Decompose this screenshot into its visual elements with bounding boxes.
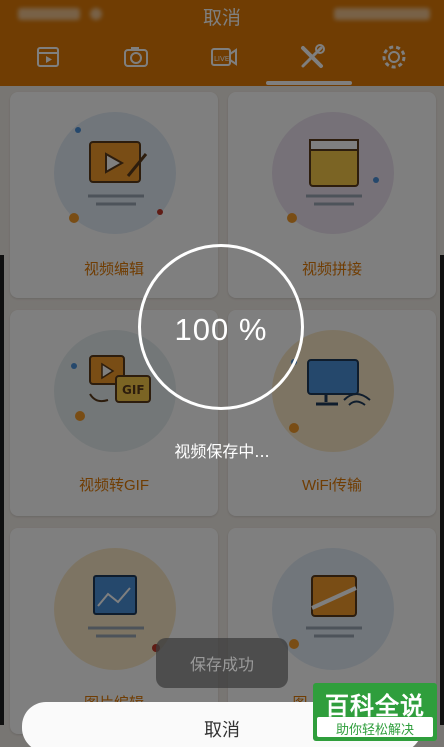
screen-edge-right xyxy=(440,255,444,725)
progress-percent: 100 % xyxy=(174,312,268,347)
progress-message: 视频保存中... xyxy=(174,442,270,461)
watermark-logo: 百科全说 助你轻松解决 xyxy=(313,683,437,741)
toast-save-success: 保存成功 xyxy=(156,638,288,688)
watermark-subtitle: 助你轻松解决 xyxy=(317,717,433,738)
screen-edge-left xyxy=(0,255,4,725)
watermark-title: 百科全说 xyxy=(325,692,425,720)
